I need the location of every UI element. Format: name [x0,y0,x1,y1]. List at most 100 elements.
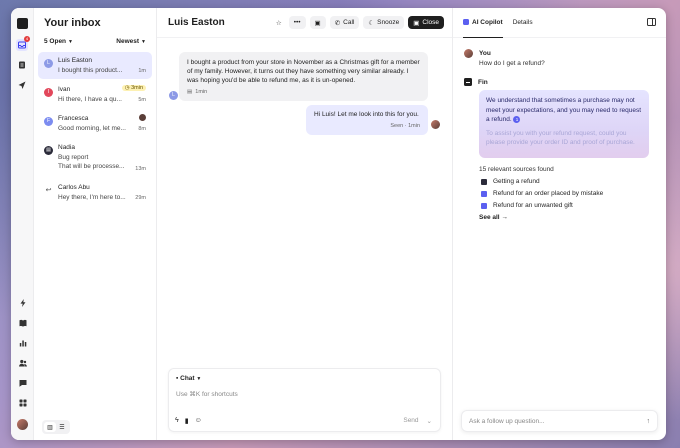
sort-dropdown[interactable]: Newest ▼ [116,38,146,52]
composer-mode-dropdown[interactable]: ▪ Chat ▼ [176,375,433,382]
nav-rail: 4 [11,8,34,440]
fin-label: Fin [478,78,488,86]
incoming-message-meta: ▤ 1min [187,89,420,95]
star-button[interactable]: ☆ [273,16,285,29]
chevron-down-icon: ▼ [68,39,73,45]
conversation-time: 29m [135,195,146,201]
chat-icon: ▪ [176,375,179,382]
you-label: You [479,50,491,57]
chevron-down-icon: ▼ [196,375,202,382]
submit-arrow-icon[interactable]: ↑ [647,418,651,425]
rail-bottom [11,297,34,430]
call-button[interactable]: ✆ Call [329,16,360,29]
answer-main: We understand that sometimes a purchase … [486,97,642,123]
conversation-avatar: I [44,88,53,97]
copilot-header: AI Copilot Details [453,8,666,38]
sla-time: 3min [131,85,143,91]
conversation-preview: I bought this product... [58,67,123,74]
user-avatar[interactable] [17,419,28,430]
close-label: Close [422,19,439,26]
conversation-name: Francesca [58,115,89,122]
conversation-preview: That will be processe... [58,163,125,170]
follow-up-input-box[interactable]: ↑ [461,410,658,432]
contacts-icon[interactable] [17,357,29,369]
conversation-item[interactable]: F Francesca Good morning, let me... 8m [38,110,152,137]
outbound-icon[interactable] [16,79,28,91]
follow-up-input[interactable] [469,417,647,425]
tab-details[interactable]: Details [513,8,533,38]
view-toggle: ▥ ☰ [42,420,70,434]
fin-header: Fin [464,78,488,86]
app-logo[interactable] [16,18,28,29]
tab-ai-copilot[interactable]: AI Copilot [463,8,503,38]
see-all-link[interactable]: See all → [479,214,603,221]
citation-badge[interactable]: 1 [513,115,521,123]
send-control: Send ⌄ [403,417,432,425]
inbox-tray-icon: ▣ [314,19,321,27]
outgoing-message: Hi Luis! Let me look into this for you. … [306,105,428,135]
conversation-time: 1m [138,68,146,74]
channel-button[interactable]: ▣ [309,16,326,29]
source-item[interactable]: Getting a refund [481,178,603,185]
send-button[interactable]: Send [403,417,418,425]
close-button[interactable]: ▣ Close [408,16,444,29]
copilot-icon [463,19,469,25]
article-icon [481,190,487,197]
split-view-icon[interactable]: ▥ [44,422,56,432]
book-icon[interactable] [17,317,29,329]
messages-icon[interactable] [17,377,29,389]
bookmark-icon[interactable]: ▮ [185,417,189,425]
source-label: Refund for an unwanted gift [493,202,573,209]
source-item[interactable]: Refund for an order placed by mistake [481,190,603,197]
articles-icon[interactable] [16,59,28,71]
snooze-button[interactable]: ☾ Snooze [363,16,405,29]
more-icon: ••• [293,19,301,26]
list-view-icon[interactable]: ☰ [56,422,68,432]
source-item[interactable]: Refund for an unwanted gift [481,202,603,209]
app-window: 4 Your inbox 5 Open ▼ Newest ▼ L Luis Ea… [11,8,666,440]
inbox-icon[interactable]: 4 [16,36,30,51]
reports-icon[interactable] [17,337,29,349]
more-button[interactable]: ••• [288,16,306,29]
inbox-title: Your inbox [44,17,101,29]
conversation-preview: Good morning, let me... [58,125,126,132]
conversation-subject: Bug report [58,154,89,161]
moon-icon: ☾ [368,19,375,27]
snooze-label: Snooze [377,19,400,26]
sidebar-toggle-icon[interactable] [647,18,656,26]
lightning-icon[interactable]: ϟ [175,417,179,425]
outgoing-message-text: Hi Luis! Let me look into this for you. [314,111,419,118]
sla-badge: ◷ 3min [121,85,146,91]
conversation-item[interactable]: I Ivan Hi there, I have a qu... ◷ 3min 5… [38,81,152,108]
composer-toolbar: ϟ ▮ ☺ [175,417,208,425]
conversation-list: L Luis Easton I bought this product... 1… [34,52,156,208]
emoji-icon[interactable]: ☺ [195,417,202,425]
reply-composer[interactable]: ▪ Chat ▼ Use ⌘K for shortcuts ϟ ▮ ☺ Send… [168,368,441,432]
sources-list: 15 relevant sources found Getting a refu… [479,166,603,221]
open-filter-dropdown[interactable]: 5 Open ▼ [44,38,73,52]
composer-mode-label: Chat [180,375,195,382]
composer-placeholder[interactable]: Use ⌘K for shortcuts [176,390,433,398]
conversation-item[interactable]: ↩ Carlos Abu Hey there, I'm here to... 2… [38,179,152,206]
reply-icon: ↩ [44,186,53,195]
inbox-panel: Your inbox 5 Open ▼ Newest ▼ L Luis Easton… [34,8,157,440]
conversation-item[interactable]: L Luis Easton I bought this product... 1… [38,52,152,79]
lightning-icon[interactable] [17,297,29,309]
conversation-name: Luis Easton [58,57,92,64]
apps-icon[interactable] [17,397,29,409]
copilot-answer[interactable]: We understand that sometimes a purchase … [479,90,649,158]
conversation-title: Luis Easton [168,17,225,28]
conversation-time: 8m [138,126,146,132]
open-filter-label: 5 Open [44,38,67,45]
close-box-icon: ▣ [413,19,420,27]
conversation-item[interactable]: ▤ Nadia Bug report That will be processe… [38,139,152,177]
sources-header: 15 relevant sources found [479,166,554,173]
conversation-header: Luis Easton ☆ ••• ▣ ✆ Call ☾ Snooze ▣ Close [157,8,452,38]
conversation-avatar: L [44,59,53,68]
channel-icon: ▤ [187,89,193,95]
chevron-down-icon: ▼ [141,39,146,45]
inbox-badge: 4 [24,36,30,42]
chevron-down-icon[interactable]: ⌄ [427,417,432,425]
question-text: How do I get a refund? [479,60,545,67]
conversation-time: 13m [135,166,146,172]
